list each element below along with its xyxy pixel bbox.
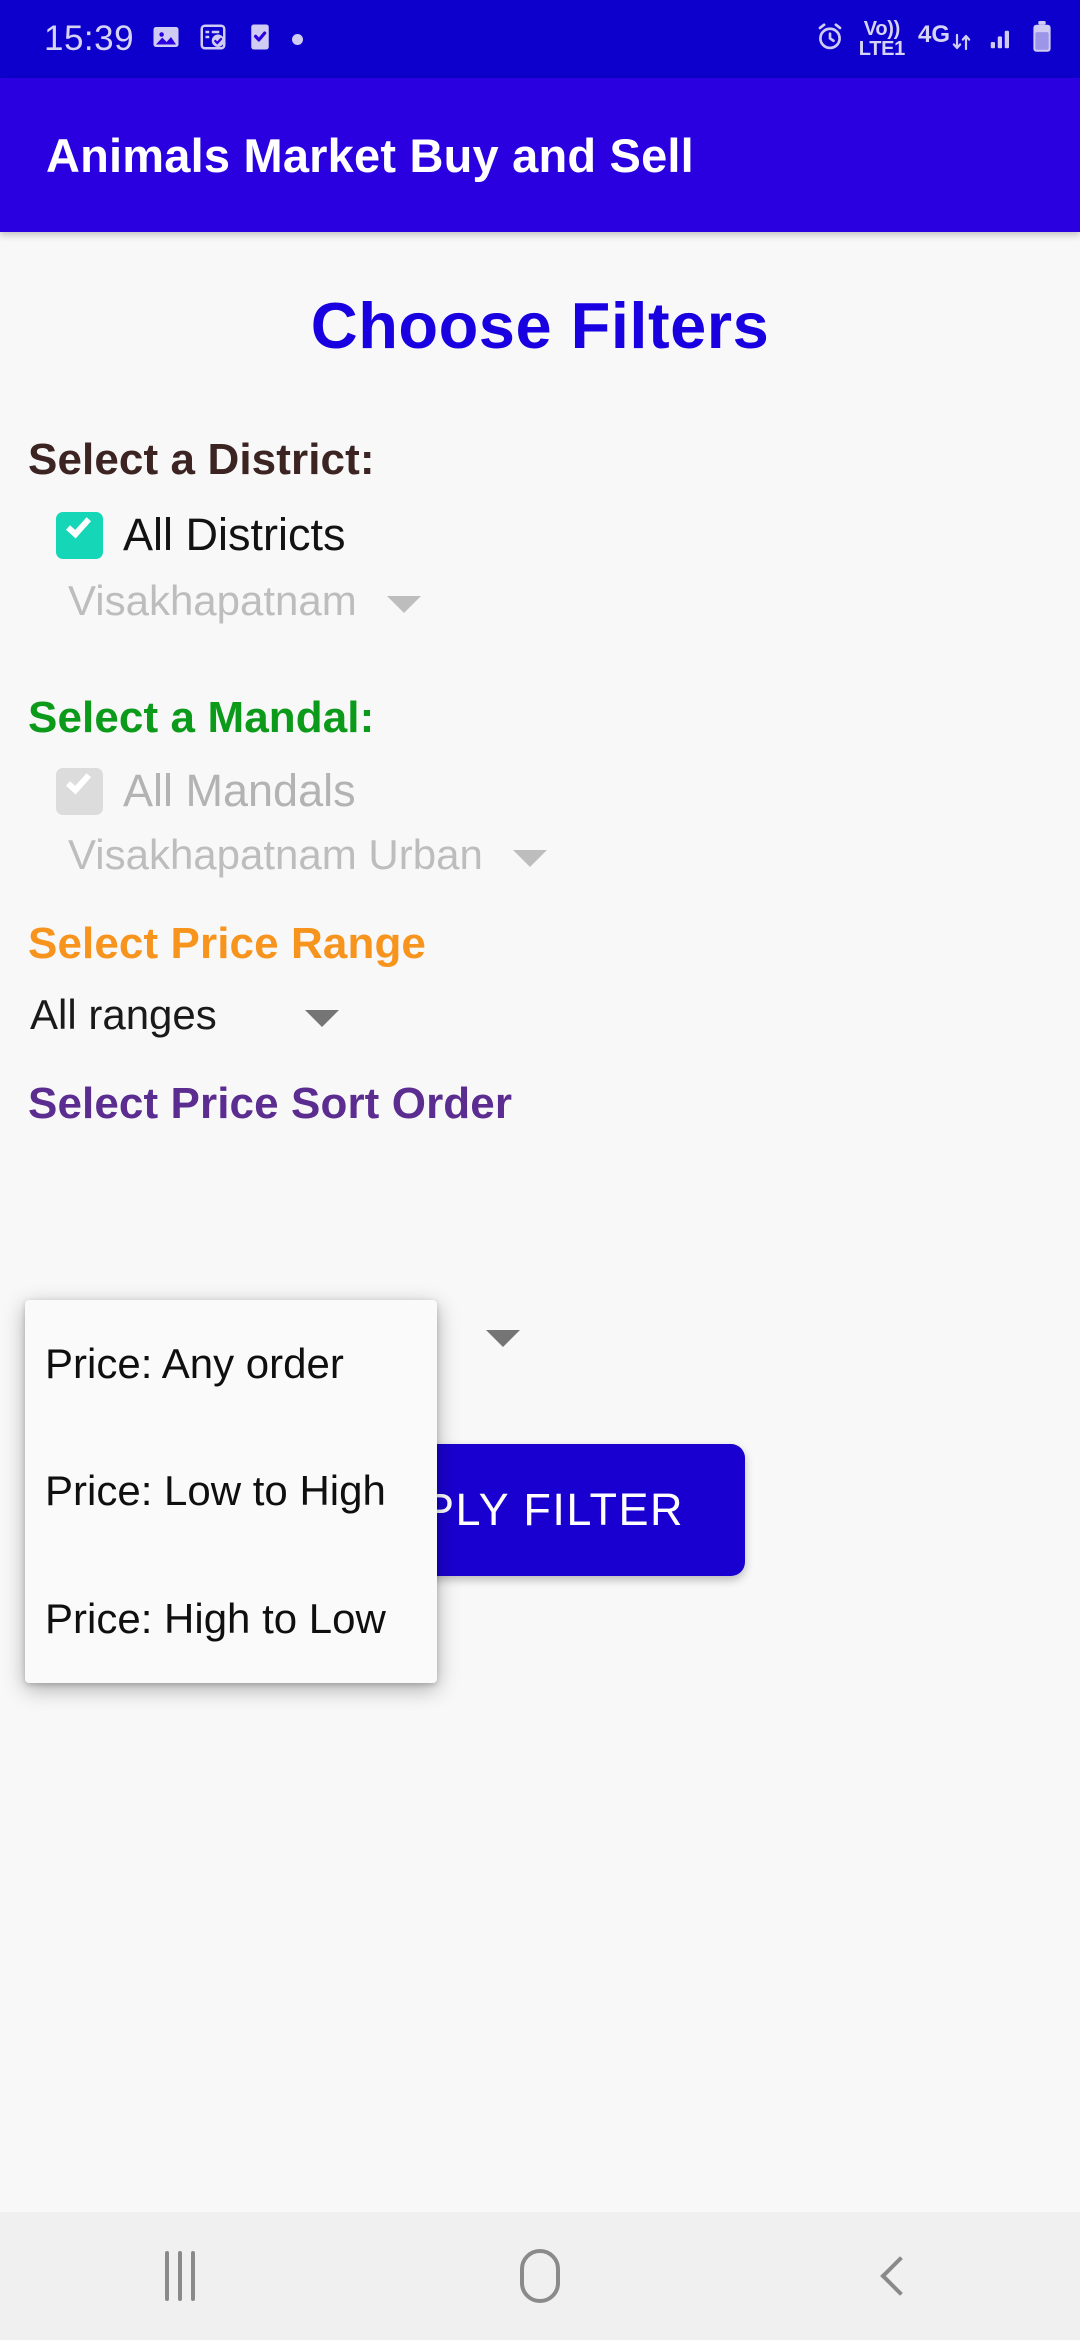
dropdown-option-label: Price: Any order: [45, 1339, 344, 1387]
recents-icon: [165, 2251, 195, 2301]
district-spinner-value: Visakhapatnam: [68, 577, 357, 624]
app-bar: Animals Market Buy and Sell: [0, 78, 1080, 232]
status-bar-right: Vo)) LTE1 4G: [814, 19, 1054, 59]
phone-screen: 15:39 Vo)) LTE1 4G Animals Market Buy an…: [0, 0, 1080, 2340]
chevron-down-icon[interactable]: [512, 849, 547, 867]
dot-icon: [292, 33, 304, 45]
district-section: Select a District: All Districts Visakha…: [0, 435, 1080, 625]
dropdown-option-any-order[interactable]: Price: Any order: [25, 1300, 437, 1428]
status-bar: 15:39 Vo)) LTE1 4G: [0, 0, 1080, 78]
status-bar-left: 15:39: [44, 19, 304, 59]
nav-back-button[interactable]: [720, 2256, 1080, 2296]
page-title: Choose Filters: [310, 289, 770, 362]
back-icon: [880, 2256, 920, 2296]
image-icon: [151, 22, 181, 57]
task-check-icon: [245, 22, 275, 57]
mandal-spinner[interactable]: Visakhapatnam Urban: [28, 831, 1080, 879]
mandal-label: Select a Mandal:: [28, 693, 375, 742]
all-districts-label: All Districts: [123, 509, 346, 560]
nav-recents-button[interactable]: [0, 2251, 360, 2301]
data-arrows-icon: [952, 33, 971, 51]
chevron-down-icon[interactable]: [304, 1009, 339, 1027]
content-area: Choose Filters Select a District: All Di…: [0, 232, 1080, 2212]
dropdown-option-low-to-high[interactable]: Price: Low to High: [25, 1428, 437, 1556]
price-sort-dropdown-popup[interactable]: Price: Any order Price: Low to High Pric…: [25, 1300, 437, 1683]
dropdown-option-high-to-low[interactable]: Price: High to Low: [25, 1555, 437, 1683]
mandal-spinner-value: Visakhapatnam Urban: [68, 831, 483, 878]
price-sort-spinner[interactable]: Price: Any order: [28, 1153, 1080, 1347]
price-range-spinner-value: All ranges: [30, 991, 217, 1038]
status-bar-clock: 15:39: [44, 19, 135, 58]
district-spinner[interactable]: Visakhapatnam: [28, 577, 1080, 625]
chevron-down-icon[interactable]: [486, 1330, 520, 1347]
check-icon: [65, 512, 92, 538]
nav-home-button[interactable]: [360, 2249, 720, 2303]
signal-icon: [987, 22, 1017, 57]
network-type-icon: 4G: [918, 23, 974, 55]
price-sort-section: Select Price Sort Order Price: Any order: [0, 1079, 1080, 1347]
price-range-section: Select Price Range All ranges: [0, 919, 1080, 1039]
check-icon: [65, 768, 92, 794]
district-label: Select a District:: [28, 435, 375, 484]
all-mandals-checkbox-row[interactable]: All Mandals: [28, 765, 1080, 817]
mandal-section: Select a Mandal: All Mandals Visakhapatn…: [0, 693, 1080, 879]
alarm-icon: [814, 21, 846, 58]
price-sort-label: Select Price Sort Order: [28, 1079, 513, 1128]
dropdown-option-label: Price: Low to High: [45, 1467, 386, 1515]
chevron-down-icon[interactable]: [386, 595, 421, 613]
all-districts-checkbox-row[interactable]: All Districts: [28, 509, 1080, 561]
battery-icon: [1030, 20, 1054, 58]
all-districts-checkbox[interactable]: [56, 511, 103, 559]
note-check-icon: [198, 22, 228, 57]
system-nav-bar: [0, 2212, 1080, 2340]
all-mandals-checkbox: [56, 767, 103, 815]
price-range-label: Select Price Range: [28, 919, 426, 968]
volte-icon: Vo)) LTE1: [858, 18, 906, 60]
dropdown-option-label: Price: High to Low: [45, 1594, 386, 1642]
all-mandals-label: All Mandals: [123, 765, 356, 816]
price-range-spinner[interactable]: All ranges: [28, 991, 1080, 1039]
app-title: Animals Market Buy and Sell: [46, 128, 694, 182]
home-icon: [520, 2249, 560, 2303]
